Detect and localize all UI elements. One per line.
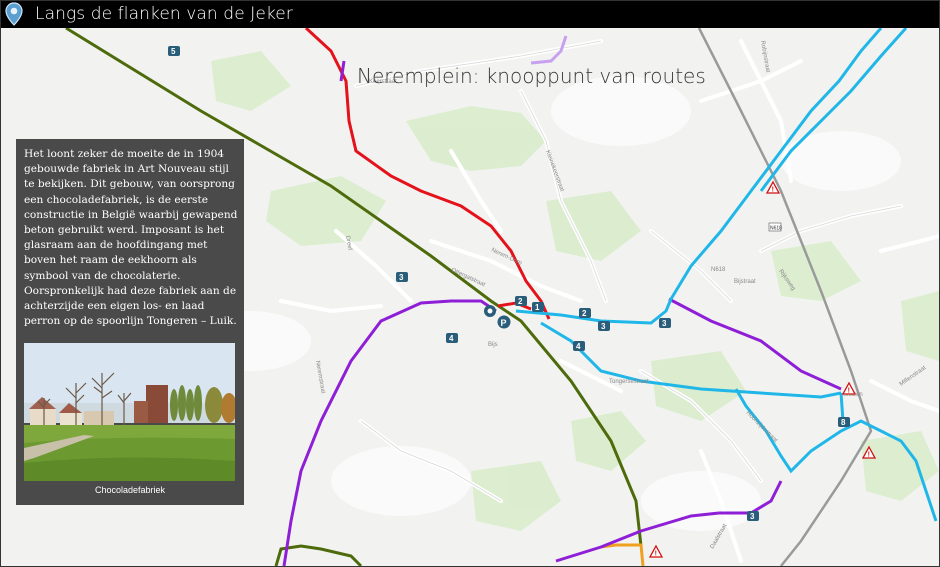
svg-text:P: P	[501, 318, 507, 328]
street-label: Bijstraat	[734, 279, 756, 285]
warning-triangle-icon: !	[841, 381, 857, 395]
street-label: Robijnstraat	[759, 40, 771, 73]
svg-text:4: 4	[449, 334, 454, 343]
svg-text:!: !	[868, 452, 870, 459]
info-description: Het loont zeker de moeite de in 1904 geb…	[24, 148, 238, 328]
svg-text:2: 2	[582, 309, 587, 318]
svg-text:!: !	[772, 187, 774, 194]
svg-text:8: 8	[841, 418, 846, 427]
app-frame: Langs de flanken van de Jeker Keerstraat…	[0, 0, 940, 567]
header-bar: Langs de flanken van de Jeker	[1, 1, 939, 28]
svg-text:3: 3	[601, 322, 606, 331]
warning-triangle-icon: !	[648, 544, 664, 558]
svg-text:1: 1	[535, 303, 540, 312]
map-title: Nerem­plein: knooppunt van routes	[357, 64, 706, 88]
svg-text:3: 3	[399, 273, 404, 282]
route-green-bottom	[274, 544, 363, 566]
photo-caption: Chocoladefabriek	[94, 485, 166, 495]
node-marker: 1	[532, 302, 544, 312]
svg-text:2: 2	[518, 297, 523, 306]
street-label: Tongersestraat	[609, 379, 649, 385]
node-marker: 3	[598, 321, 610, 331]
street-label: Millenstraat	[899, 365, 928, 388]
svg-text:!: !	[655, 551, 657, 558]
node-marker: 8	[838, 417, 850, 427]
street-label: Bijs	[488, 342, 498, 348]
node-marker: 2	[579, 308, 591, 318]
road-number-shield: N618	[768, 222, 782, 232]
info-panel: Het loont zeker de moeite de in 1904 geb…	[16, 139, 244, 505]
svg-text:N618: N618	[770, 226, 782, 232]
node-marker: 5	[168, 46, 180, 56]
node-marker: 3	[659, 318, 671, 328]
route-orange	[600, 543, 645, 566]
street-label: Dreef	[344, 235, 353, 251]
node-marker: 2	[515, 296, 527, 306]
app-title: Langs de flanken van de Jeker	[35, 4, 293, 24]
poi-location-icon[interactable]	[484, 305, 496, 317]
svg-text:!: !	[848, 388, 850, 395]
node-marker: 4	[573, 341, 585, 351]
svg-text:3: 3	[662, 319, 667, 328]
svg-text:3: 3	[750, 512, 755, 521]
svg-text:4: 4	[576, 342, 581, 351]
parking-icon[interactable]: P	[497, 315, 511, 329]
street-label: Neremstraat	[314, 360, 326, 394]
svg-text:5: 5	[171, 47, 176, 56]
street-label: Kleinekeerstraat	[544, 150, 565, 193]
node-marker: 3	[747, 511, 759, 521]
street-label: Hoonzijdestraat	[745, 410, 779, 444]
chocolate-factory-photo[interactable]	[24, 343, 235, 481]
route-purple-left	[282, 299, 497, 566]
map-pin-logo-icon	[5, 2, 23, 26]
street-label: N618	[711, 267, 726, 273]
node-marker: 4	[446, 333, 458, 343]
node-marker: 3	[396, 272, 408, 282]
